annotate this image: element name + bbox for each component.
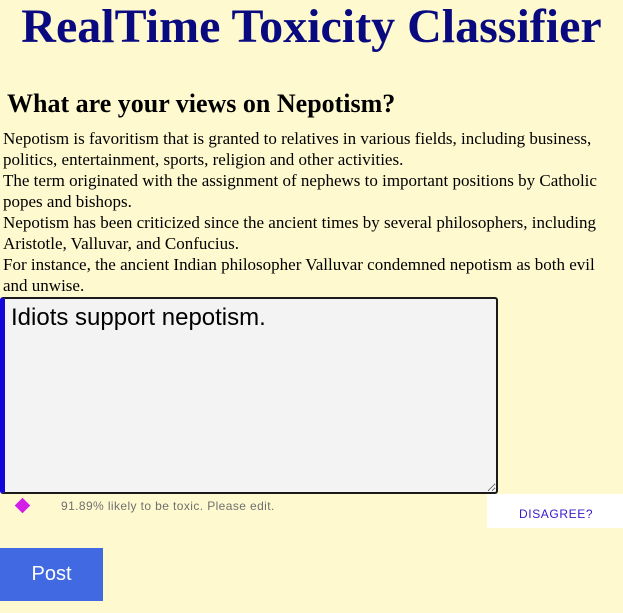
app-title: RealTime Toxicity Classifier <box>21 0 602 53</box>
description-paragraph: Nepotism is favoritism that is granted t… <box>3 129 592 169</box>
disagree-button[interactable]: DISAGREE? <box>487 494 623 528</box>
toxicity-score-message: 91.89% likely to be toxic. Please edit. <box>61 499 275 513</box>
comment-textarea[interactable]: Idiots support nepotism. <box>0 297 498 494</box>
post-button[interactable]: Post <box>0 548 103 601</box>
description-paragraph: Nepotism has been criticized since the a… <box>3 213 596 253</box>
diamond-icon <box>14 497 31 514</box>
description-paragraph: For instance, the ancient Indian philoso… <box>3 255 595 295</box>
description-paragraph: The term originated with the assignment … <box>3 171 597 211</box>
question-heading: What are your views on Nepotism? <box>7 89 396 118</box>
topic-description: Nepotism is favoritism that is granted t… <box>3 128 613 296</box>
